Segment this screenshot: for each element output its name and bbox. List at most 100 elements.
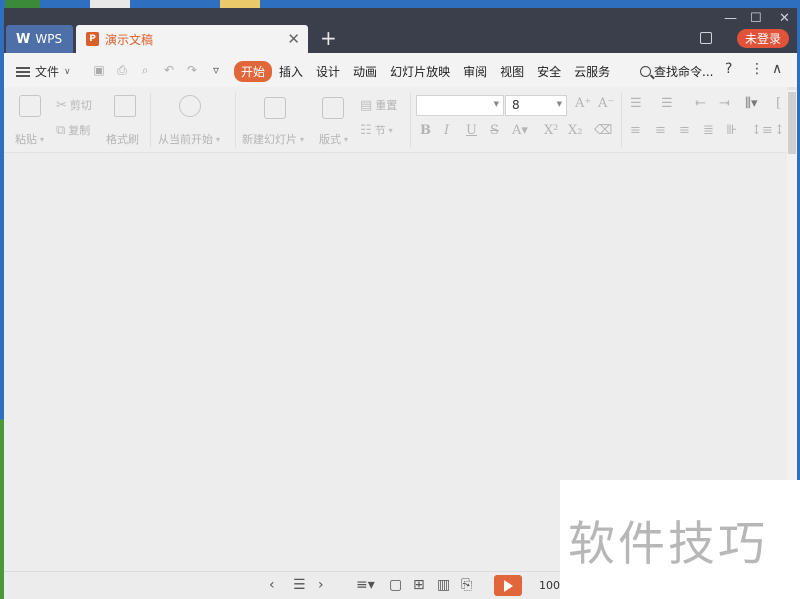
align-right-icon[interactable]: ≡	[679, 123, 690, 138]
clear-format-icon[interactable]: ⌫	[594, 123, 612, 138]
window-close-button[interactable]: ✕	[779, 11, 790, 26]
bullet-list-icon[interactable]: ☰	[630, 96, 642, 111]
new-slide-dropdown-icon: ▾	[300, 134, 305, 144]
text-direction-icon[interactable]: ⫼▾	[745, 96, 758, 111]
play-circle-icon[interactable]	[179, 95, 201, 117]
cut-button[interactable]: ✂ 剪切	[56, 97, 92, 113]
increase-indent-icon[interactable]: ⇥	[719, 96, 730, 111]
ribbon-toolbar: 粘贴 ▾ ✂ 剪切 ⧉ 复制 格式刷 从当前开始 ▾ 新建幻灯片 ▾ 版式 ▾ …	[4, 87, 797, 153]
paste-label: 粘贴	[15, 133, 37, 146]
increase-font-icon[interactable]: A⁺	[575, 96, 591, 111]
slide-list-icon[interactable]: ☰	[293, 577, 306, 593]
tab-design[interactable]: 设计	[310, 61, 346, 82]
document-tab-label: 演示文稿	[105, 32, 154, 47]
new-slide-button[interactable]: 新建幻灯片 ▾	[242, 131, 304, 147]
layout-icon[interactable]	[322, 97, 344, 119]
maximize-button[interactable]: ☐	[750, 11, 762, 26]
paste-button[interactable]: 粘贴 ▾	[15, 131, 44, 147]
next-slide-icon[interactable]: ›	[318, 577, 324, 593]
zoom-level[interactable]: 100	[539, 579, 560, 592]
tab-slideshow[interactable]: 幻灯片放映	[384, 61, 456, 82]
document-tab[interactable]: P 演示文稿 ✕	[76, 25, 308, 53]
tablet-mode-icon[interactable]	[700, 32, 712, 44]
collapse-ribbon-icon[interactable]: ∧	[772, 61, 782, 77]
columns-icon[interactable]: [	[776, 96, 781, 111]
tab-view[interactable]: 视图	[494, 61, 530, 82]
reading-view-icon[interactable]: ▥	[437, 577, 450, 593]
undo-icon[interactable]: ↶	[162, 63, 176, 77]
customize-toolbar-icon[interactable]: ▿	[209, 63, 223, 77]
font-size-dropdown-icon: ▼	[556, 100, 562, 108]
font-dropdown-icon: ▼	[493, 100, 499, 108]
line-spacing-icon[interactable]: ↕≡	[751, 123, 773, 138]
tab-animation[interactable]: 动画	[347, 61, 383, 82]
subscript-icon[interactable]: X₂	[568, 123, 582, 138]
file-menu-button[interactable]: 文件 ∨	[16, 63, 71, 80]
numbered-list-icon[interactable]: ☰	[661, 96, 673, 111]
file-menu-label: 文件	[35, 65, 60, 79]
scrollbar-thumb[interactable]	[788, 92, 796, 154]
layout-label: 版式	[319, 133, 341, 146]
print-preview-icon[interactable]: ⌕	[138, 63, 152, 77]
previous-slide-icon[interactable]: ‹	[269, 577, 275, 593]
tab-home[interactable]: 开始	[234, 61, 273, 82]
paste-dropdown-icon: ▾	[40, 134, 45, 144]
new-tab-button[interactable]: +	[320, 28, 337, 48]
section-button[interactable]: ☷ 节 ▾	[360, 122, 393, 138]
login-button[interactable]: 未登录	[737, 29, 789, 48]
tab-close-icon[interactable]: ✕	[287, 30, 300, 48]
presenter-view-icon[interactable]: ⎘	[461, 577, 472, 593]
ribbon-tab-strip: 开始 插入 设计 动画 幻灯片放映 审阅 视图 安全 云服务	[234, 61, 617, 82]
wps-logo-icon: W	[16, 31, 31, 47]
more-options-icon[interactable]: ⋮	[750, 61, 764, 77]
decrease-font-icon[interactable]: A⁻	[598, 96, 614, 111]
wps-tab-label: WPS	[35, 32, 63, 46]
underline-icon[interactable]: U	[466, 123, 477, 138]
redo-icon[interactable]: ↷	[185, 63, 199, 77]
layout-button[interactable]: 版式 ▾	[319, 131, 348, 147]
tab-insert[interactable]: 插入	[273, 61, 309, 82]
play-slideshow-button[interactable]	[494, 575, 522, 596]
format-painter-button[interactable]: 格式刷	[106, 131, 139, 147]
help-icon[interactable]: ?	[725, 61, 732, 77]
save-icon[interactable]: ▣	[92, 63, 106, 77]
font-size-value: 8	[512, 98, 520, 112]
play-from-current-button[interactable]: 从当前开始 ▾	[158, 131, 220, 147]
copy-label: 复制	[68, 124, 91, 137]
tab-cloud-service[interactable]: 云服务	[568, 61, 616, 82]
print-icon[interactable]: ⎙	[115, 63, 129, 77]
bold-icon[interactable]: B	[420, 123, 431, 138]
command-search[interactable]: 查找命令...	[640, 63, 713, 80]
chevron-down-icon: ∨	[64, 66, 71, 77]
ribbon-separator	[410, 93, 411, 147]
reset-button[interactable]: ▤ 重置	[360, 97, 397, 113]
format-painter-icon[interactable]	[114, 95, 136, 117]
font-color-icon[interactable]: A▾	[512, 123, 528, 138]
paragraph-spacing-icon[interactable]: ↕	[774, 123, 785, 138]
hamburger-icon	[16, 66, 30, 77]
font-size-select[interactable]: 8 ▼	[505, 95, 567, 116]
minimize-button[interactable]: —	[724, 11, 737, 26]
justify-icon[interactable]: ≣	[703, 123, 714, 138]
font-name-select[interactable]: ▼	[416, 95, 504, 116]
slide-sorter-icon[interactable]: ⊞	[413, 577, 425, 593]
superscript-icon[interactable]: X²	[544, 123, 558, 138]
watermark-overlay: 软件技巧	[560, 480, 800, 599]
copy-button[interactable]: ⧉ 复制	[56, 122, 90, 138]
normal-view-icon[interactable]: ▢	[389, 577, 402, 593]
cut-label: 剪切	[69, 99, 92, 112]
format-painter-label: 格式刷	[106, 133, 139, 146]
new-slide-icon[interactable]	[264, 97, 286, 119]
notes-icon[interactable]: ≡▾	[356, 577, 375, 593]
tab-review[interactable]: 审阅	[457, 61, 493, 82]
ribbon-separator	[235, 93, 236, 147]
align-left-icon[interactable]: ≡	[630, 123, 641, 138]
wps-home-tab[interactable]: W WPS	[6, 25, 73, 53]
distribute-icon[interactable]: ⊪	[726, 123, 737, 138]
strikethrough-icon[interactable]: S	[490, 123, 499, 138]
decrease-indent-icon[interactable]: ⇤	[695, 96, 706, 111]
align-center-icon[interactable]: ≡	[655, 123, 666, 138]
italic-icon[interactable]: I	[444, 123, 449, 138]
tab-security[interactable]: 安全	[531, 61, 567, 82]
paste-icon[interactable]	[19, 95, 41, 117]
